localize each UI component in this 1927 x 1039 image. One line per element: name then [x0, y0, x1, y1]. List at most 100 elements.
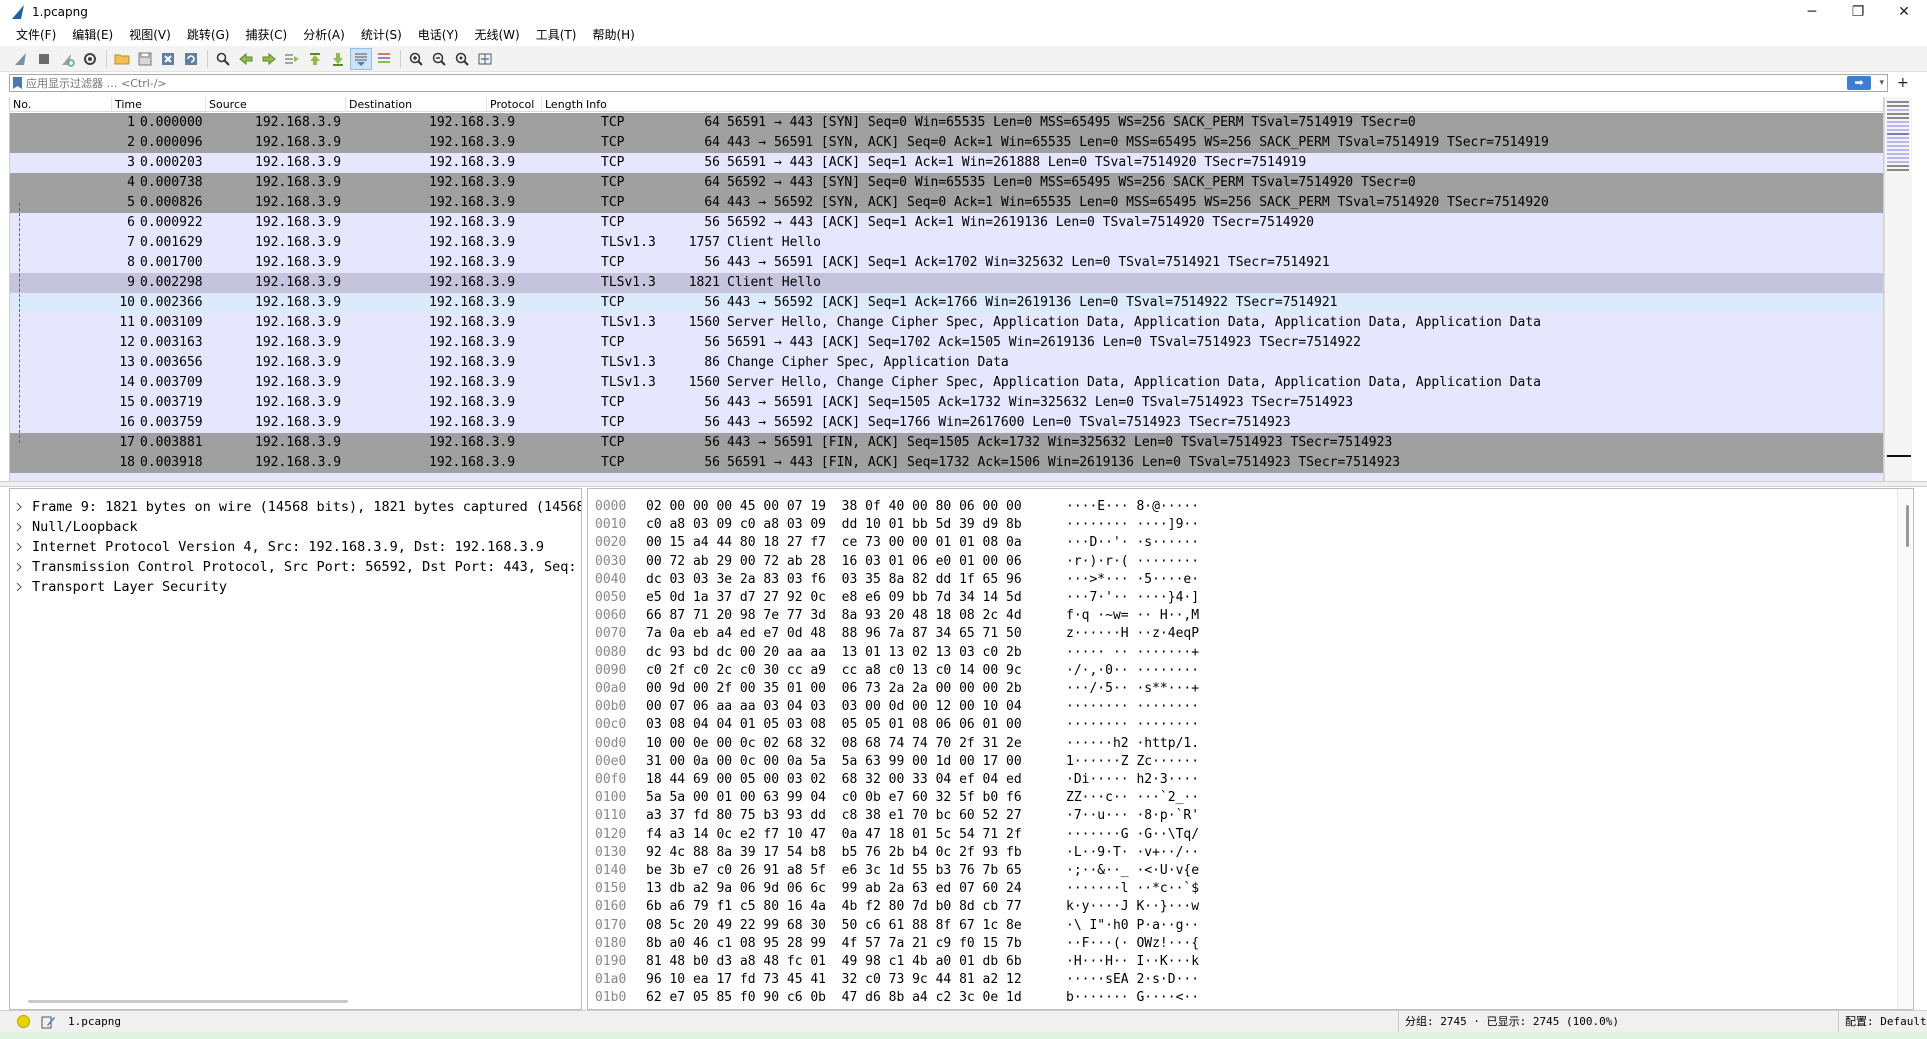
- menu-item-3[interactable]: 跳转(G): [179, 24, 238, 46]
- detail-tree-item[interactable]: Null/Loopback: [10, 517, 581, 537]
- menu-item-0[interactable]: 文件(F): [8, 24, 64, 46]
- detail-tree-item[interactable]: Internet Protocol Version 4, Src: 192.16…: [10, 537, 581, 557]
- expert-info-led-icon[interactable]: [17, 1015, 30, 1028]
- go-to-packet-icon[interactable]: [281, 48, 303, 70]
- detail-tree-item[interactable]: Transport Layer Security: [10, 577, 581, 597]
- menu-item-9[interactable]: 工具(T): [528, 24, 585, 46]
- zoom-normal-icon[interactable]: [451, 48, 473, 70]
- resize-columns-icon[interactable]: [474, 48, 496, 70]
- filter-history-dropdown-icon[interactable]: ▾: [1879, 76, 1884, 90]
- expand-arrow-icon[interactable]: [16, 523, 22, 531]
- packet-row[interactable]: 7 0.001629 192.168.3.9 192.168.3.9 TLSv1.3 17…: [10, 233, 1883, 253]
- expand-arrow-icon[interactable]: [16, 563, 22, 571]
- packet-row[interactable]: 16 0.003759 192.168.3.9 192.168.3.9 TCP 56 443…: [10, 413, 1883, 433]
- menu-item-4[interactable]: 捕获(C): [237, 24, 295, 46]
- menu-item-8[interactable]: 无线(W): [467, 24, 528, 46]
- column-time[interactable]: Time: [112, 97, 206, 112]
- hex-row[interactable]: 01b0 62 e7 05 85 f0 90 c6 0b 47 d6 8b a4 …: [588, 989, 1888, 1007]
- minimize-icon[interactable]: ─: [1789, 0, 1835, 24]
- column-info[interactable]: Info: [583, 97, 1883, 112]
- hex-row[interactable]: 0060 66 87 71 20 98 7e 77 3d 8a 93 20 48 …: [588, 607, 1888, 625]
- packet-row[interactable]: 13 0.003656 192.168.3.9 192.168.3.9 TLSv1.3 8…: [10, 353, 1883, 373]
- stop-square-icon[interactable]: [33, 48, 55, 70]
- hex-row[interactable]: 0040 dc 03 03 3e 2a 83 03 f6 03 35 8a 82 …: [588, 571, 1888, 589]
- hex-row[interactable]: 0090 c0 2f c0 2c c0 30 cc a9 cc a8 c0 13 …: [588, 662, 1888, 680]
- hex-row[interactable]: 0000 02 00 00 00 45 00 07 19 38 0f 40 00 …: [588, 498, 1888, 516]
- edit-comment-icon[interactable]: [40, 1014, 56, 1030]
- autoscroll-icon[interactable]: [350, 47, 372, 70]
- bookmark-icon[interactable]: [13, 77, 22, 89]
- column-source[interactable]: Source: [206, 97, 346, 112]
- hex-row[interactable]: 0100 5a 5a 00 01 00 63 99 04 c0 0b e7 60 …: [588, 789, 1888, 807]
- packet-row[interactable]: 9 0.002298 192.168.3.9 192.168.3.9 TLSv1.3 18…: [10, 273, 1883, 293]
- find-packet-icon[interactable]: [212, 48, 234, 70]
- packet-details-pane[interactable]: Frame 9: 1821 bytes on wire (14568 bits)…: [9, 488, 582, 1010]
- packet-row[interactable]: 6 0.000922 192.168.3.9 192.168.3.9 TCP 56 5659…: [10, 213, 1883, 233]
- restore-icon[interactable]: ❐: [1835, 0, 1881, 24]
- menu-item-7[interactable]: 电话(Y): [410, 24, 467, 46]
- column-protocol[interactable]: Protocol: [487, 97, 542, 112]
- hex-row[interactable]: 0140 be 3b e7 c0 26 91 a8 5f e6 3c 1d 55 …: [588, 862, 1888, 880]
- close-icon[interactable]: ✕: [1881, 0, 1927, 24]
- detail-tree-item[interactable]: Frame 9: 1821 bytes on wire (14568 bits)…: [10, 497, 581, 517]
- capture-options-gear-icon[interactable]: [79, 48, 101, 70]
- bytes-vertical-scrollbar[interactable]: [1897, 489, 1913, 1009]
- apply-filter-button[interactable]: ➡: [1847, 76, 1871, 90]
- hex-row[interactable]: 0160 6b a6 79 f1 c5 80 16 4a 4b f2 80 7d …: [588, 898, 1888, 916]
- menu-item-2[interactable]: 视图(V): [121, 24, 179, 46]
- hex-row[interactable]: 0180 8b a0 46 c1 08 95 28 99 4f 57 7a 21 …: [588, 935, 1888, 953]
- hex-row[interactable]: 00d0 10 00 0e 00 0c 02 68 32 08 68 74 74 …: [588, 735, 1888, 753]
- packet-row[interactable]: 18 0.003918 192.168.3.9 192.168.3.9 TCP 56 565…: [10, 453, 1883, 473]
- column-destination[interactable]: Destination: [346, 97, 487, 112]
- hex-row[interactable]: 0080 dc 93 bd dc 00 20 aa aa 13 01 13 02 …: [588, 644, 1888, 662]
- zoom-in-icon[interactable]: [405, 48, 427, 70]
- hex-row[interactable]: 0170 08 5c 20 49 22 99 68 30 50 c6 61 88 …: [588, 917, 1888, 935]
- menu-item-6[interactable]: 统计(S): [353, 24, 410, 46]
- hex-row[interactable]: 0110 a3 37 fd 80 75 b3 93 dd c8 38 e1 70 …: [588, 807, 1888, 825]
- column-length[interactable]: Length: [542, 97, 583, 112]
- packet-row[interactable]: 14 0.003709 192.168.3.9 192.168.3.9 TLSv1.3 1…: [10, 373, 1883, 393]
- packet-list[interactable]: No. Time Source Destination Protocol Len…: [9, 97, 1884, 481]
- details-horizontal-scrollbar[interactable]: [28, 1000, 348, 1003]
- hex-row[interactable]: 00b0 00 07 06 aa aa 03 04 03 03 00 0d 00 …: [588, 698, 1888, 716]
- zoom-out-icon[interactable]: [428, 48, 450, 70]
- save-file-icon[interactable]: [134, 48, 156, 70]
- expand-arrow-icon[interactable]: [16, 543, 22, 551]
- hex-row[interactable]: 01a0 96 10 ea 17 fd 73 45 41 32 c0 73 9c …: [588, 971, 1888, 989]
- packet-row[interactable]: 12 0.003163 192.168.3.9 192.168.3.9 TCP 56 565…: [10, 333, 1883, 353]
- hex-row[interactable]: 00a0 00 9d 00 2f 00 35 01 00 06 73 2a 2a …: [588, 680, 1888, 698]
- expand-arrow-icon[interactable]: [16, 503, 22, 511]
- pane-splitter[interactable]: [0, 481, 1927, 487]
- hex-row[interactable]: 0120 f4 a3 14 0c e2 f7 10 47 0a 47 18 01 …: [588, 826, 1888, 844]
- packet-row[interactable]: 10 0.002366 192.168.3.9 192.168.3.9 TCP 56 443…: [10, 293, 1883, 313]
- packet-row[interactable]: 2 0.000096 192.168.3.9 192.168.3.9 TCP 64 443 …: [10, 133, 1883, 153]
- hex-row[interactable]: 0020 00 15 a4 44 80 18 27 f7 ce 73 00 00 …: [588, 534, 1888, 552]
- hex-row[interactable]: 0070 7a 0a eb a4 ed e7 0d 48 88 96 7a 87 …: [588, 625, 1888, 643]
- packet-row[interactable]: 15 0.003719 192.168.3.9 192.168.3.9 TCP 56 443…: [10, 393, 1883, 413]
- detail-tree-item[interactable]: Transmission Control Protocol, Src Port:…: [10, 557, 581, 577]
- hex-row[interactable]: 0010 c0 a8 03 09 c0 a8 03 09 dd 10 01 bb …: [588, 516, 1888, 534]
- go-forward-icon[interactable]: [258, 48, 280, 70]
- menu-item-1[interactable]: 编辑(E): [64, 24, 121, 46]
- restart-fin-icon[interactable]: [56, 48, 78, 70]
- add-filter-button[interactable]: +: [1897, 74, 1909, 92]
- go-last-icon[interactable]: [327, 48, 349, 70]
- menu-item-5[interactable]: 分析(A): [295, 24, 353, 46]
- display-filter-input[interactable]: [26, 76, 1846, 90]
- go-first-icon[interactable]: [304, 48, 326, 70]
- open-folder-icon[interactable]: [111, 48, 133, 70]
- hex-row[interactable]: 0150 13 db a2 9a 06 9d 06 6c 99 ab 2a 63 …: [588, 880, 1888, 898]
- hex-row[interactable]: 0190 81 48 b0 d3 a8 48 fc 01 49 98 c1 4b …: [588, 953, 1888, 971]
- packet-row[interactable]: 11 0.003109 192.168.3.9 192.168.3.9 TLSv1.3 1…: [10, 313, 1883, 333]
- hex-row[interactable]: 00c0 03 08 04 04 01 05 03 08 05 05 01 08 …: [588, 716, 1888, 734]
- close-file-icon[interactable]: [157, 48, 179, 70]
- packet-row-partial[interactable]: [10, 473, 1883, 481]
- configuration-profile[interactable]: 配置: Default: [1838, 1011, 1927, 1033]
- hex-row[interactable]: 00e0 31 00 0a 00 0c 00 0a 5a 5a 63 99 00 …: [588, 753, 1888, 771]
- packet-row[interactable]: 17 0.003881 192.168.3.9 192.168.3.9 TCP 56 443…: [10, 433, 1883, 453]
- hex-row[interactable]: 0130 92 4c 88 8a 39 17 54 b8 b5 76 2b b4 …: [588, 844, 1888, 862]
- menu-item-10[interactable]: 帮助(H): [584, 24, 642, 46]
- packet-bytes-pane[interactable]: 0000 02 00 00 00 45 00 07 19 38 0f 40 00 …: [587, 488, 1914, 1010]
- column-no[interactable]: No.: [10, 97, 112, 112]
- colorize-icon[interactable]: [373, 48, 395, 70]
